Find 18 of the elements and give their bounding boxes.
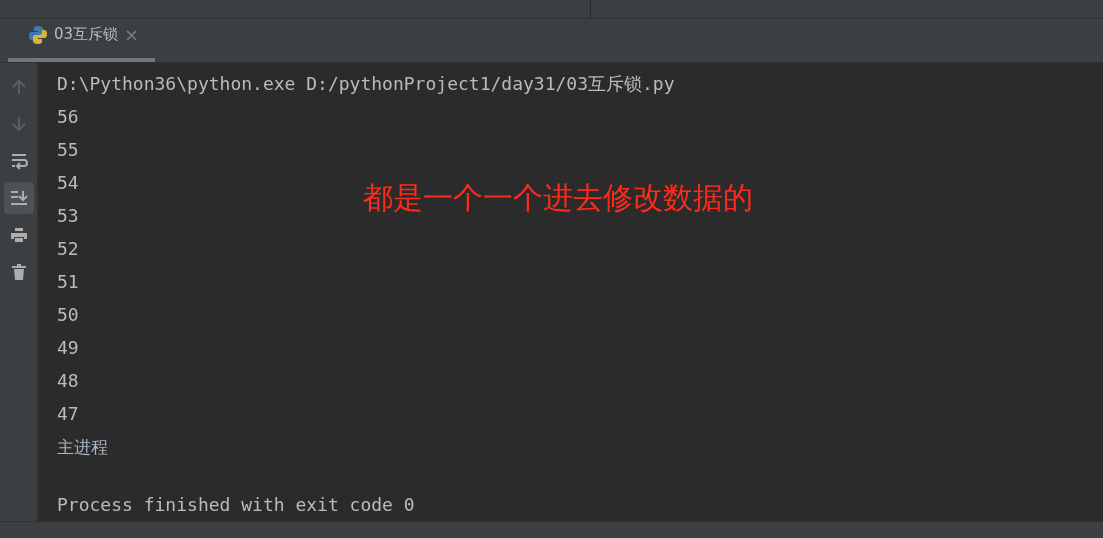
command-line-text: D:\Python36\python.exe D:/pythonProject1/day31/03互斥锁.py — [57, 73, 675, 94]
annotation-text: 都是一个一个进去修改数据的 — [363, 179, 753, 217]
exit-message: Process finished with exit code 0 — [57, 494, 415, 515]
python-logo-icon — [28, 24, 48, 45]
output-line: 55 — [57, 139, 79, 160]
output-line: 49 — [57, 337, 79, 358]
scroll-to-end-icon — [8, 188, 29, 208]
output-line: 51 — [57, 271, 79, 292]
output-line: 53 — [57, 205, 79, 226]
output-line: 54 — [57, 172, 79, 193]
printer-icon — [8, 225, 29, 245]
toolbar-button[interactable] — [3, 182, 34, 214]
output-line: 47 — [57, 403, 79, 424]
output-line: 50 — [57, 304, 79, 325]
output-line: 48 — [57, 370, 79, 391]
output-line: 56 — [57, 106, 79, 127]
output-line: 52 — [57, 238, 79, 259]
output-line: 主进程 — [57, 437, 108, 457]
